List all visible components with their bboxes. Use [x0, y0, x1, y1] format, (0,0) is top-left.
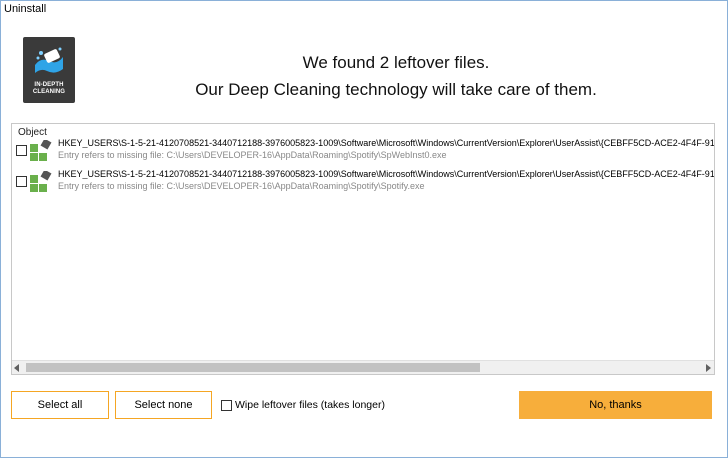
leftover-list[interactable]: Object HKEY_USERS\S-1-5-21-4120708521-34… [11, 123, 715, 375]
window-title: Uninstall [4, 3, 47, 15]
item-missing-note: Entry refers to missing file: C:\Users\D… [58, 181, 425, 191]
item-missing-note: Entry refers to missing file: C:\Users\D… [58, 150, 447, 160]
item-checkbox[interactable] [16, 176, 27, 187]
no-thanks-button[interactable]: No, thanks [519, 391, 712, 419]
item-registry-path: HKEY_USERS\S-1-5-21-4120708521-344071218… [58, 138, 714, 148]
cleaning-sponge-icon [35, 47, 63, 73]
list-item[interactable]: HKEY_USERS\S-1-5-21-4120708521-344071218… [16, 138, 716, 162]
headline-line-2: Our Deep Cleaning technology will take c… [195, 80, 597, 99]
select-none-button[interactable]: Select none [115, 391, 212, 419]
scroll-right-icon[interactable] [706, 364, 711, 372]
logo-line-1: IN-DEPTH [34, 82, 64, 88]
item-checkbox[interactable] [16, 145, 27, 156]
deep-cleaning-logo: IN-DEPTH CLEANING [23, 37, 75, 103]
column-header-object[interactable]: Object [18, 127, 47, 138]
wipe-label[interactable]: Wipe leftover files (takes longer) [235, 399, 385, 411]
headline-line-1: We found 2 leftover files. [302, 53, 490, 72]
wipe-leftover-option[interactable]: Wipe leftover files (takes longer) [221, 398, 385, 412]
wipe-checkbox[interactable] [221, 399, 232, 411]
registry-icon [30, 140, 52, 161]
headline: We found 2 leftover files. Our Deep Clea… [181, 49, 611, 103]
horizontal-scrollbar[interactable] [12, 360, 714, 374]
registry-icon [30, 171, 52, 192]
item-registry-path: HKEY_USERS\S-1-5-21-4120708521-344071218… [58, 169, 714, 179]
list-item[interactable]: HKEY_USERS\S-1-5-21-4120708521-344071218… [16, 169, 716, 193]
scroll-left-icon[interactable] [14, 364, 19, 372]
logo-line-2: CLEANING [32, 89, 66, 95]
uninstall-window: Uninstall IN-DEPTH CLEANING We found 2 l… [0, 0, 728, 458]
select-all-button[interactable]: Select all [11, 391, 109, 419]
scrollbar-thumb[interactable] [26, 363, 480, 372]
